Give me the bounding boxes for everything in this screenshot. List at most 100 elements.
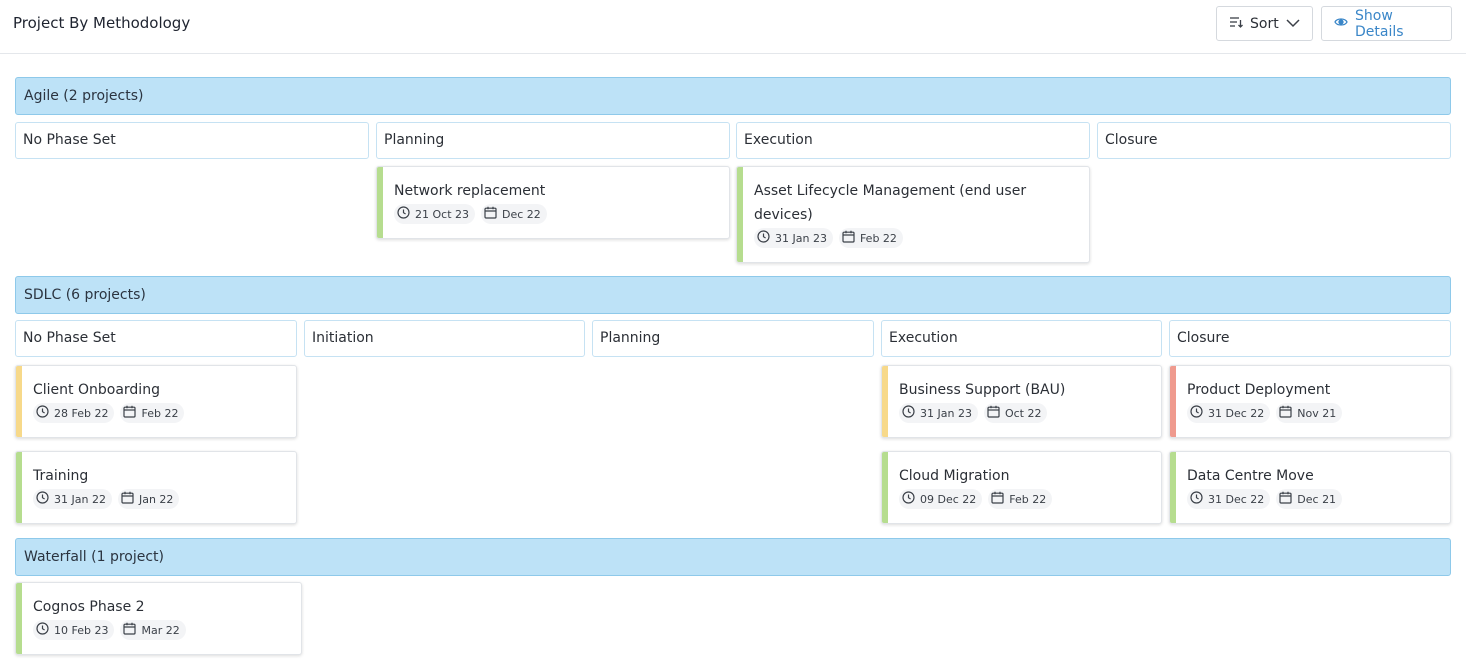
end-date-chip: 31 Jan 22: [33, 489, 112, 509]
start-period: Feb 22: [1009, 492, 1047, 506]
status-stripe: [377, 167, 383, 238]
project-card[interactable]: Cloud Migration 09 Dec 22 Feb 22: [881, 451, 1162, 524]
project-card[interactable]: Asset Lifecycle Management (end user dev…: [736, 166, 1090, 263]
calendar-icon: [121, 491, 134, 507]
start-period-chip: Nov 21: [1276, 403, 1343, 423]
phase-agile-no-phase-set: No Phase Set: [15, 122, 369, 159]
start-period-chip: Jan 22: [117, 489, 180, 509]
clock-icon: [397, 206, 410, 222]
clock-icon: [902, 491, 915, 507]
group-header-waterfall[interactable]: Waterfall (1 project): [15, 538, 1451, 576]
end-date-chip: 31 Dec 22: [1187, 403, 1271, 423]
project-title: Cognos Phase 2: [33, 599, 145, 615]
project-title: Training: [33, 468, 89, 484]
start-period: Mar 22: [141, 623, 180, 637]
end-date-chip: 09 Dec 22: [899, 489, 983, 509]
end-date: 09 Dec 22: [920, 492, 977, 506]
status-stripe: [1170, 366, 1176, 437]
project-title: Cloud Migration: [899, 468, 1010, 484]
project-title: Asset Lifecycle Management (end user dev…: [754, 183, 1027, 223]
end-date: 10 Feb 23: [54, 623, 109, 637]
start-period: Feb 22: [141, 406, 179, 420]
start-period-chip: Oct 22: [983, 403, 1048, 423]
calendar-icon: [987, 405, 1000, 421]
calendar-icon: [123, 405, 137, 421]
calendar-icon: [1279, 491, 1292, 507]
project-card[interactable]: Product Deployment 31 Dec 22 Nov 21: [1169, 365, 1451, 438]
top-bar: Project By Methodology Sort Show Details: [0, 0, 1466, 54]
start-period: Nov 21: [1297, 406, 1337, 420]
clock-icon: [1190, 405, 1203, 421]
start-period: Jan 22: [138, 492, 174, 506]
start-period-chip: Feb 22: [120, 403, 185, 423]
status-stripe: [737, 167, 743, 262]
group-header-sdlc[interactable]: SDLC (6 projects): [15, 276, 1451, 314]
calendar-icon: [842, 230, 855, 246]
start-period: Oct 22: [1004, 406, 1042, 420]
page-title: Project By Methodology: [13, 14, 191, 32]
start-period-chip: Feb 22: [988, 489, 1053, 509]
show-details-label: Show Details: [1355, 7, 1404, 40]
end-date-chip: 31 Dec 22: [1187, 489, 1271, 509]
project-card[interactable]: Business Support (BAU) 31 Jan 23 Oct 22: [881, 365, 1162, 438]
end-date: 31 Dec 22: [1208, 492, 1265, 506]
calendar-icon: [484, 206, 497, 222]
project-title: Client Onboarding: [33, 382, 160, 398]
project-title: Data Centre Move: [1187, 468, 1314, 484]
status-stripe: [1170, 452, 1176, 523]
sort-label: Sort: [1250, 15, 1279, 32]
eye-icon: [1334, 16, 1348, 32]
project-title: Product Deployment: [1187, 382, 1331, 398]
calendar-icon: [991, 491, 1004, 507]
clock-icon: [36, 622, 49, 638]
sort-icon: [1229, 15, 1243, 33]
end-date: 31 Jan 23: [775, 231, 827, 245]
end-date-chip: 31 Jan 23: [899, 403, 978, 423]
status-stripe: [16, 366, 22, 437]
project-card[interactable]: Data Centre Move 31 Dec 22 Dec 21: [1169, 451, 1451, 524]
phase-sdlc-execution: Execution: [881, 320, 1162, 357]
start-period-chip: Mar 22: [120, 620, 186, 640]
status-stripe: [882, 452, 888, 523]
clock-icon: [36, 405, 49, 421]
end-date-chip: 10 Feb 23: [33, 620, 115, 640]
start-period: Feb 22: [859, 231, 897, 245]
clock-icon: [757, 230, 770, 246]
end-date-chip: 28 Feb 22: [33, 403, 115, 423]
project-title: Business Support (BAU): [899, 382, 1066, 398]
end-date: 28 Feb 22: [54, 406, 109, 420]
phase-agile-execution: Execution: [736, 122, 1090, 159]
calendar-icon: [123, 622, 137, 638]
calendar-icon: [1279, 405, 1292, 421]
project-card[interactable]: Client Onboarding 28 Feb 22 Feb 22: [15, 365, 297, 438]
start-period-chip: Dec 21: [1276, 489, 1343, 509]
group-header-agile[interactable]: Agile (2 projects): [15, 77, 1451, 115]
sort-button[interactable]: Sort: [1216, 6, 1313, 41]
end-date-chip: 31 Jan 23: [754, 228, 833, 248]
end-date: 21 Oct 23: [415, 207, 470, 221]
phase-sdlc-initiation: Initiation: [304, 320, 585, 357]
end-date-chip: 21 Oct 23: [394, 204, 476, 224]
project-title: Network replacement: [394, 183, 546, 199]
phase-agile-planning: Planning: [376, 122, 730, 159]
show-details-button[interactable]: Show Details: [1321, 6, 1452, 41]
start-period: Dec 22: [502, 207, 541, 221]
chevron-down-icon: [1286, 16, 1300, 32]
end-date: 31 Jan 23: [920, 406, 972, 420]
status-stripe: [16, 452, 22, 523]
start-period-chip: Feb 22: [838, 228, 903, 248]
project-card[interactable]: Cognos Phase 2 10 Feb 23 Mar 22: [15, 582, 302, 655]
phase-agile-closure: Closure: [1097, 122, 1451, 159]
status-stripe: [16, 583, 22, 654]
phase-sdlc-closure: Closure: [1169, 320, 1451, 357]
phase-sdlc-no-phase-set: No Phase Set: [15, 320, 297, 357]
end-date: 31 Dec 22: [1208, 406, 1265, 420]
clock-icon: [902, 405, 915, 421]
clock-icon: [36, 491, 49, 507]
end-date: 31 Jan 22: [54, 492, 106, 506]
status-stripe: [882, 366, 888, 437]
start-period: Dec 21: [1297, 492, 1337, 506]
phase-sdlc-planning: Planning: [592, 320, 874, 357]
project-card[interactable]: Network replacement 21 Oct 23 Dec 22: [376, 166, 730, 239]
project-card[interactable]: Training 31 Jan 22 Jan 22: [15, 451, 297, 524]
